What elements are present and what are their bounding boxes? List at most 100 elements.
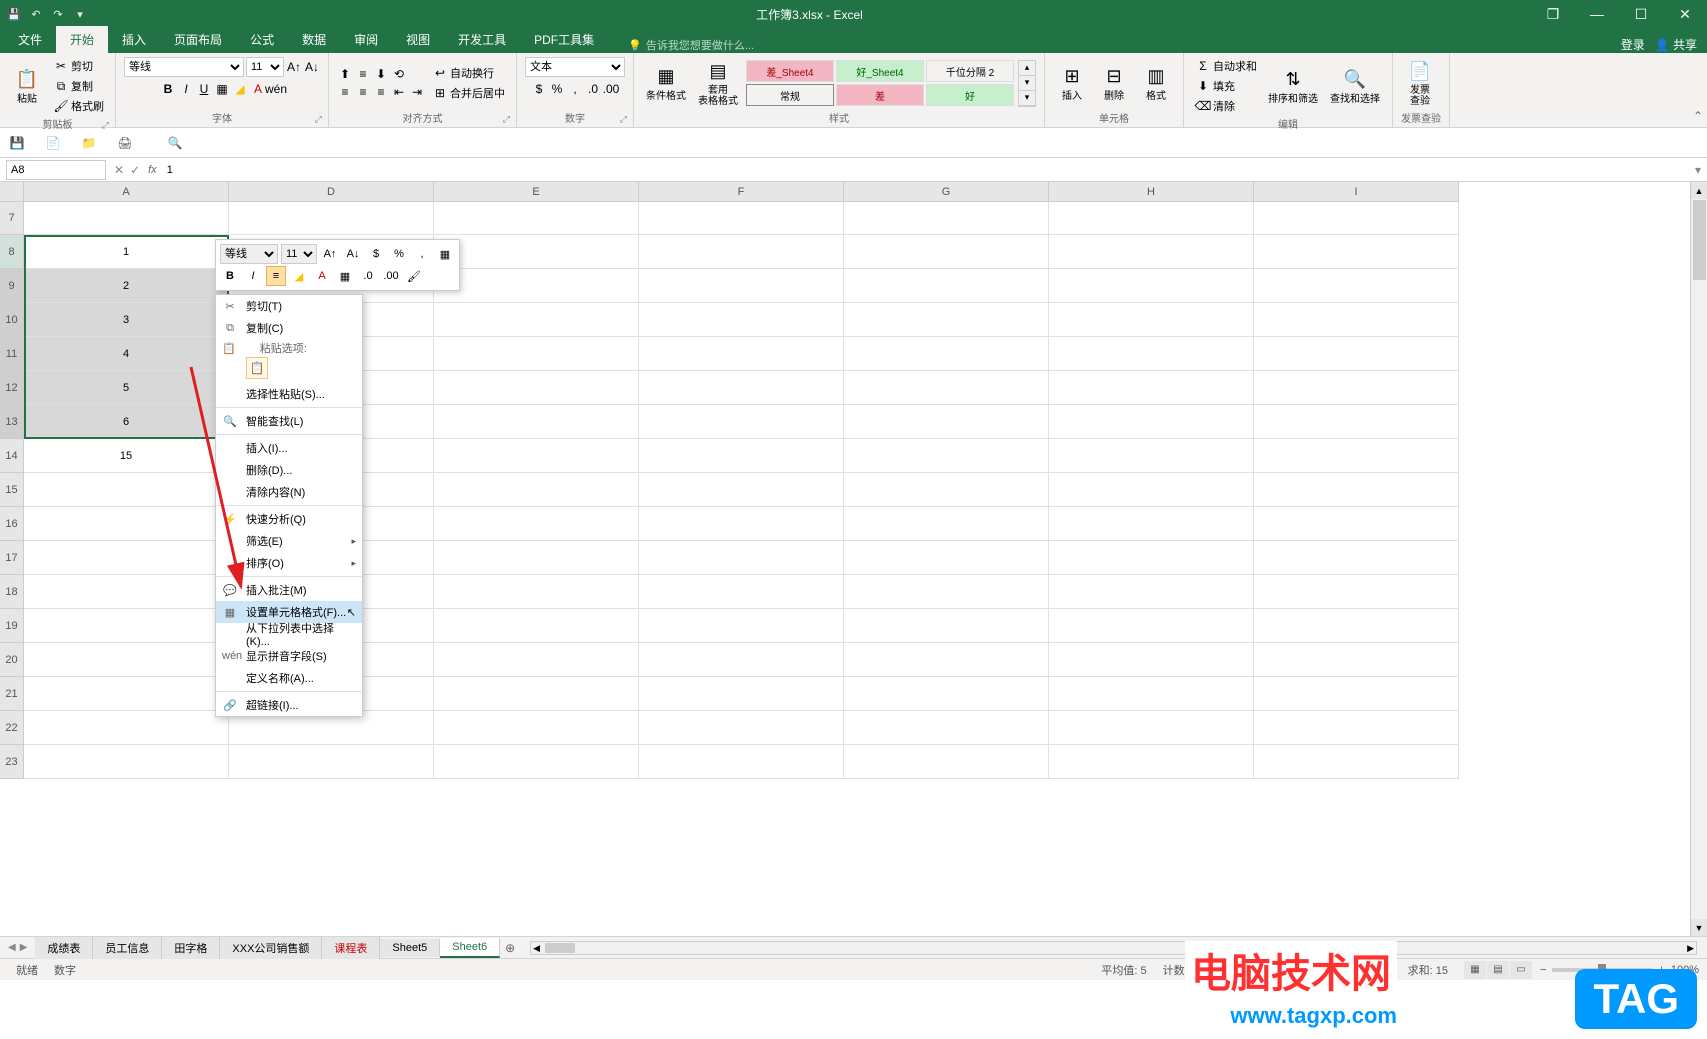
fill-button[interactable]: ⬇填充 xyxy=(1192,77,1260,95)
row-header[interactable]: 18 xyxy=(0,575,24,609)
fill-color-button[interactable]: ◢ xyxy=(232,81,248,97)
cell[interactable] xyxy=(639,745,844,779)
cell[interactable] xyxy=(639,371,844,405)
border-button[interactable]: ▦ xyxy=(214,81,230,97)
scroll-thumb[interactable] xyxy=(1693,200,1706,280)
view-page-break-icon[interactable]: ▭ xyxy=(1510,961,1532,979)
redo-icon[interactable]: ↷ xyxy=(50,6,66,22)
cell[interactable] xyxy=(639,609,844,643)
cell[interactable] xyxy=(1049,643,1254,677)
cell[interactable] xyxy=(639,439,844,473)
mini-dec-decimal-icon[interactable]: .00 xyxy=(381,266,401,286)
mini-align-center-icon[interactable]: ≡ xyxy=(266,266,286,286)
number-format-select[interactable]: 文本 xyxy=(525,57,625,77)
cell[interactable] xyxy=(844,507,1049,541)
cell[interactable]: 3 xyxy=(24,303,229,337)
mini-bold-icon[interactable]: B xyxy=(220,266,240,286)
cell[interactable] xyxy=(844,269,1049,303)
cancel-formula-icon[interactable]: ✕ xyxy=(114,163,124,177)
cell[interactable]: 15 xyxy=(24,439,229,473)
find-select-button[interactable]: 🔍查找和选择 xyxy=(1326,66,1384,107)
mini-percent-icon[interactable]: % xyxy=(389,244,409,264)
row-header[interactable]: 23 xyxy=(0,745,24,779)
row-header[interactable]: 12 xyxy=(0,371,24,405)
ctx-insert-comment[interactable]: 💬插入批注(M) xyxy=(216,579,362,601)
ctx-clear-contents[interactable]: 清除内容(N) xyxy=(216,481,362,503)
cell[interactable] xyxy=(1254,745,1459,779)
tell-me-search[interactable]: 💡告诉我您想要做什么... xyxy=(628,37,754,53)
cell[interactable] xyxy=(1254,269,1459,303)
wrap-text-button[interactable]: ↩自动换行 xyxy=(429,64,508,82)
italic-button[interactable]: I xyxy=(178,81,194,97)
ctx-insert[interactable]: 插入(I)... xyxy=(216,437,362,459)
clear-button[interactable]: ⌫清除 xyxy=(1192,97,1260,115)
cell[interactable] xyxy=(1049,575,1254,609)
ctx-hyperlink[interactable]: 🔗超链接(I)... xyxy=(216,694,362,716)
add-sheet-button[interactable]: ⊕ xyxy=(500,941,520,955)
ctx-paste-special[interactable]: 选择性粘贴(S)... xyxy=(216,383,362,405)
cell[interactable] xyxy=(1049,371,1254,405)
cell[interactable] xyxy=(639,541,844,575)
cell[interactable] xyxy=(434,405,639,439)
cell[interactable] xyxy=(229,745,434,779)
save-icon-2[interactable]: 💾 xyxy=(8,134,26,152)
cell[interactable] xyxy=(1254,643,1459,677)
cell[interactable] xyxy=(844,745,1049,779)
cut-button[interactable]: ✂剪切 xyxy=(50,57,107,75)
format-painter-button[interactable]: 🖌格式刷 xyxy=(50,97,107,115)
cell[interactable] xyxy=(434,269,639,303)
align-top-icon[interactable]: ⬆ xyxy=(337,66,353,82)
cell[interactable] xyxy=(1254,337,1459,371)
cell[interactable] xyxy=(1049,337,1254,371)
cell[interactable] xyxy=(434,337,639,371)
cell[interactable] xyxy=(1049,541,1254,575)
merge-center-button[interactable]: ⊞合并后居中 xyxy=(429,84,508,102)
cell[interactable] xyxy=(434,677,639,711)
collapse-ribbon-icon[interactable]: ⌃ xyxy=(1693,109,1703,123)
cell[interactable] xyxy=(1254,235,1459,269)
row-header[interactable]: 22 xyxy=(0,711,24,745)
share-button[interactable]: 👤 共享 xyxy=(1655,36,1697,53)
cell[interactable] xyxy=(229,202,434,235)
cell[interactable] xyxy=(639,643,844,677)
cell[interactable] xyxy=(639,337,844,371)
sheet-tab-6[interactable]: Sheet5 xyxy=(380,939,440,957)
mini-border-icon[interactable]: ▦ xyxy=(435,244,455,264)
cell[interactable] xyxy=(434,507,639,541)
cell[interactable] xyxy=(1254,677,1459,711)
minimize-button[interactable]: — xyxy=(1575,0,1619,28)
cell[interactable] xyxy=(1049,439,1254,473)
ctx-pick-from-list[interactable]: 从下拉列表中选择(K)... xyxy=(216,623,362,645)
tab-view[interactable]: 视图 xyxy=(392,26,444,53)
row-header[interactable]: 16 xyxy=(0,507,24,541)
close-button[interactable]: ✕ xyxy=(1663,0,1707,28)
mini-accounting-icon[interactable]: $ xyxy=(366,244,386,264)
cell[interactable] xyxy=(24,745,229,779)
cell[interactable] xyxy=(434,609,639,643)
row-header[interactable]: 11 xyxy=(0,337,24,371)
cell[interactable] xyxy=(844,303,1049,337)
accounting-format-icon[interactable]: $ xyxy=(531,81,547,97)
column-header[interactable]: D xyxy=(229,182,434,202)
row-header[interactable]: 7 xyxy=(0,202,24,235)
ctx-delete[interactable]: 删除(D)... xyxy=(216,459,362,481)
invoice-check-button[interactable]: 📄发票 查验 xyxy=(1401,57,1439,109)
cell[interactable] xyxy=(844,405,1049,439)
align-right-icon[interactable]: ≡ xyxy=(373,84,389,100)
cell[interactable] xyxy=(844,677,1049,711)
phonetic-button[interactable]: wén xyxy=(268,81,284,97)
cell[interactable] xyxy=(1049,269,1254,303)
align-center-icon[interactable]: ≡ xyxy=(355,84,371,100)
cell[interactable] xyxy=(639,235,844,269)
scroll-up-icon[interactable]: ▲ xyxy=(1691,182,1707,199)
cell[interactable]: 6 xyxy=(24,405,229,439)
cell[interactable] xyxy=(434,235,639,269)
cell[interactable] xyxy=(1254,473,1459,507)
cell[interactable] xyxy=(844,371,1049,405)
style-good-sheet4[interactable]: 好_Sheet4 xyxy=(836,60,924,82)
view-page-layout-icon[interactable]: ▤ xyxy=(1487,961,1509,979)
mini-comma-icon[interactable]: , xyxy=(412,244,432,264)
cell[interactable]: 2 xyxy=(24,269,229,303)
shrink-font-icon[interactable]: A↓ xyxy=(304,59,320,75)
horizontal-scrollbar[interactable]: ◀▶ xyxy=(530,941,1697,955)
